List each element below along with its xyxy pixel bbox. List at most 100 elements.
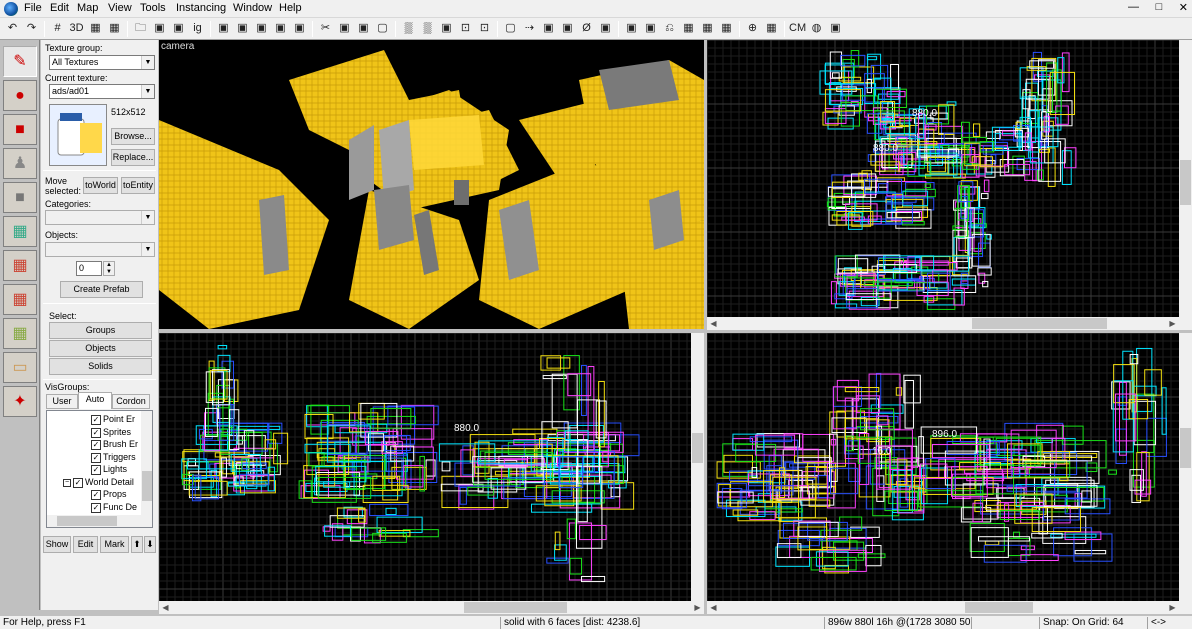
scroll-right-icon[interactable]: ▶ [1166,601,1179,614]
front-vertical-scrollbar[interactable] [691,333,704,601]
toolbar-button-icon[interactable]: ▣ [355,20,372,37]
browse-button[interactable]: Browse... [111,128,155,145]
to-entity-button[interactable]: toEntity [121,177,155,194]
toolbar-button-icon[interactable]: ▒ [419,20,436,37]
tab-auto[interactable]: Auto [78,392,112,409]
toolbar-button-icon[interactable]: ▦ [763,20,780,37]
show-button[interactable]: Show [43,536,71,553]
replace-button[interactable]: Replace... [111,149,155,166]
list-item[interactable]: ✓ Props [91,488,127,500]
toolbar-button-icon[interactable]: ↶ [4,20,21,37]
checkbox-checked-icon[interactable]: ✓ [91,464,101,475]
edit-button[interactable]: Edit [73,536,98,553]
mark-button[interactable]: Mark [100,536,129,553]
scroll-left-icon[interactable]: ◀ [159,601,172,614]
block-tool-icon[interactable]: ■ [3,114,37,145]
current-texture-select[interactable]: ads/ad01 ▼ [49,84,155,99]
tab-cordon[interactable]: Cordon [112,394,150,409]
toolbar-button-icon[interactable]: ▣ [336,20,353,37]
close-button[interactable]: ✕ [1179,1,1188,17]
toolbar-button-icon[interactable]: ▒ [400,20,417,37]
categories-select[interactable]: ▼ [45,210,155,225]
side-horizontal-scrollbar[interactable]: ◀ ▶ [707,601,1192,614]
toolbar-button-icon[interactable]: ▣ [151,20,168,37]
toolbar-button-icon[interactable]: # [49,20,66,37]
front-viewport[interactable]: 880.0 [159,333,691,601]
sheet-icon[interactable]: ▭ [3,352,37,383]
toolbar-button-icon[interactable]: 🗀 [132,20,149,37]
top-vertical-scrollbar[interactable] [1179,40,1192,317]
toolbar-button-icon[interactable]: ▢ [502,20,519,37]
toolbar-button-icon[interactable]: CM [789,20,806,37]
clip-tool-icon[interactable]: ■ [3,182,37,213]
scroll-left-icon[interactable]: ◀ [707,601,720,614]
toolbar-button-icon[interactable]: ▦ [699,20,716,37]
toolbar-button-icon[interactable]: ◍ [808,20,825,37]
point-tool-icon[interactable]: ♟ [3,148,37,179]
toolbar-button-icon[interactable]: ⊡ [457,20,474,37]
toolbar-button-icon[interactable]: ▣ [253,20,270,37]
vertical-scrollbar[interactable] [141,411,152,527]
front-horizontal-scrollbar[interactable]: ◀ ▶ [159,601,704,614]
toolbar-button-icon[interactable]: 3D [68,20,85,37]
list-item[interactable]: ✓ Lights [91,463,127,475]
toolbar-button-icon[interactable]: ▢ [374,20,391,37]
toolbar-button-icon[interactable]: ▣ [272,20,289,37]
toolbar-button-icon[interactable]: ▣ [234,20,251,37]
list-item[interactable]: ✓ Sprites [91,426,131,438]
checkbox-checked-icon[interactable]: ✓ [91,427,101,438]
menu-instancing[interactable]: Instancing [176,2,226,14]
select-objects-button[interactable]: Objects [49,340,152,357]
scroll-left-icon[interactable]: ◀ [707,317,720,330]
toolbar-button-icon[interactable]: ▦ [87,20,104,37]
toolbar-button-icon[interactable]: ▣ [827,20,844,37]
toolbar-button-icon[interactable]: ▦ [106,20,123,37]
select-groups-button[interactable]: Groups [49,322,152,339]
app-icon[interactable] [4,2,18,16]
selection-tool-icon[interactable]: ✎ [3,46,37,77]
toolbar-button-icon[interactable]: ⎌ [661,20,678,37]
scroll-right-icon[interactable]: ▶ [1166,317,1179,330]
spin-input[interactable]: 0 [76,261,102,276]
menu-edit[interactable]: Edit [50,2,69,14]
list-item[interactable]: ✓ Triggers [91,451,136,463]
toolbar-button-icon[interactable]: ▣ [597,20,614,37]
checkbox-checked-icon[interactable]: ✓ [91,502,101,513]
entity-tool-icon[interactable]: ● [3,80,37,111]
menu-window[interactable]: Window [233,2,272,14]
toolbar-button-icon[interactable]: ig [189,20,206,37]
to-world-button[interactable]: toWorld [83,177,118,194]
cube-icon[interactable]: ▦ [3,318,37,349]
horizontal-scrollbar[interactable] [47,515,141,527]
texture-app-icon[interactable]: ▦ [3,216,37,247]
toolbar-button-icon[interactable]: ⊕ [744,20,761,37]
top-viewport[interactable]: 880.0 880.0 [707,40,1179,317]
path-tool-icon[interactable]: ✦ [3,386,37,417]
side-vertical-scrollbar[interactable] [1179,333,1192,601]
tab-user[interactable]: User [46,394,78,409]
toolbar-button-icon[interactable]: ⇢ [521,20,538,37]
move-up-icon[interactable]: ⬆ [131,536,143,553]
list-item[interactable]: ✓ Func De [91,501,137,513]
scroll-right-icon[interactable]: ▶ [691,601,704,614]
menu-view[interactable]: View [108,2,132,14]
checkbox-checked-icon[interactable]: ✓ [91,452,101,463]
apply-decal-icon[interactable]: ▦ [3,250,37,281]
side-viewport[interactable]: 896.0 16.0 [707,333,1179,601]
checkbox-checked-icon[interactable]: ✓ [91,439,101,450]
toolbar-button-icon[interactable]: ▣ [642,20,659,37]
toolbar-button-icon[interactable]: ▦ [718,20,735,37]
menu-tools[interactable]: Tools [140,2,166,14]
restore-button[interactable]: □ [1156,1,1163,17]
spinner-arrows-icon[interactable]: ▲ ▼ [103,261,115,276]
list-item[interactable]: − ✓ World Detail [63,476,134,488]
checkbox-checked-icon[interactable]: ✓ [73,477,83,488]
list-item[interactable]: ✓ Point Er [91,413,135,425]
toolbar-button-icon[interactable]: ↷ [23,20,40,37]
apply-overlay-icon[interactable]: ▦ [3,284,37,315]
toolbar-button-icon[interactable]: ▣ [540,20,557,37]
top-horizontal-scrollbar[interactable]: ◀ ▶ [707,317,1192,330]
toolbar-button-icon[interactable]: ▣ [291,20,308,37]
menu-map[interactable]: Map [77,2,98,14]
minimize-button[interactable]: — [1128,1,1139,17]
